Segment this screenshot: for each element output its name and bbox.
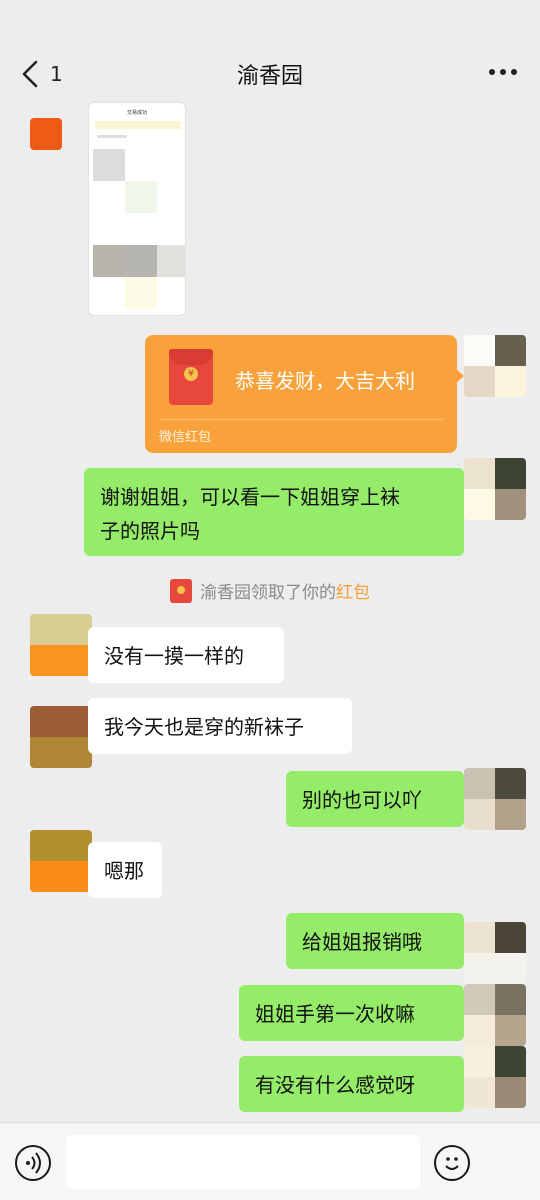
red-packet-message[interactable]: ¥ 恭喜发财，大吉大利 微信红包	[145, 335, 464, 453]
image-message[interactable]: 交易成功	[88, 102, 186, 316]
my-avatar[interactable]	[464, 768, 526, 830]
red-packet-label: 微信红包	[159, 430, 212, 445]
contact-avatar[interactable]	[30, 118, 62, 150]
input-bar	[0, 1122, 540, 1200]
my-avatar[interactable]	[464, 458, 526, 520]
message-text: 有没有什么感觉呀	[255, 1073, 415, 1097]
outgoing-message[interactable]: 有没有什么感觉呀	[239, 1056, 464, 1112]
notice-text: 渝香园领取了你的	[200, 583, 336, 603]
voice-button[interactable]	[15, 1145, 51, 1181]
red-packet-icon	[170, 579, 192, 603]
message-text: 子的照片吗	[100, 519, 200, 543]
message-text: 姐姐手第一次收嘛	[255, 1002, 415, 1026]
system-notice: 渝香园领取了你的红包	[0, 578, 540, 603]
my-avatar[interactable]	[464, 922, 526, 984]
chat-title: 渝香园	[236, 64, 303, 89]
incoming-message[interactable]: 没有一摸一样的	[88, 627, 284, 683]
incoming-message[interactable]: 嗯那	[88, 842, 162, 898]
outgoing-message[interactable]: 谢谢姐姐，可以看一下姐姐穿上袜 子的照片吗	[84, 468, 464, 556]
message-text: 我今天也是穿的新袜子	[104, 715, 304, 739]
coin-icon: ¥	[184, 367, 198, 381]
contact-avatar[interactable]	[30, 614, 92, 676]
voice-icon	[26, 1152, 41, 1174]
thumbnail-title: 交易成功	[126, 110, 147, 116]
message-text: 谢谢姐姐，可以看一下姐姐穿上袜	[100, 485, 400, 509]
message-text: 嗯那	[104, 859, 144, 883]
outgoing-message[interactable]: 别的也可以吖	[286, 771, 464, 827]
message-text: 别的也可以吖	[302, 788, 422, 812]
message-text: 没有一摸一样的	[104, 644, 244, 668]
incoming-message[interactable]: 我今天也是穿的新袜子	[88, 698, 352, 754]
message-input[interactable]	[66, 1135, 420, 1189]
my-avatar[interactable]	[464, 984, 526, 1046]
contact-avatar[interactable]	[30, 706, 92, 768]
red-packet-link[interactable]: 红包	[336, 583, 370, 603]
my-avatar[interactable]	[464, 1046, 526, 1108]
red-packet-icon: ¥	[169, 349, 213, 405]
outgoing-message[interactable]: 姐姐手第一次收嘛	[239, 985, 464, 1041]
my-avatar[interactable]	[464, 335, 526, 397]
emoji-button[interactable]	[434, 1145, 470, 1181]
red-packet-greeting: 恭喜发财，大吉大利	[235, 369, 415, 393]
message-text: 给姐姐报销哦	[302, 930, 422, 954]
contact-avatar[interactable]	[30, 830, 92, 892]
emoji-icon	[445, 1157, 459, 1170]
more-icon[interactable]	[488, 60, 518, 84]
chat-header: 1 渝香园	[0, 0, 540, 104]
outgoing-message[interactable]: 给姐姐报销哦	[286, 913, 464, 969]
